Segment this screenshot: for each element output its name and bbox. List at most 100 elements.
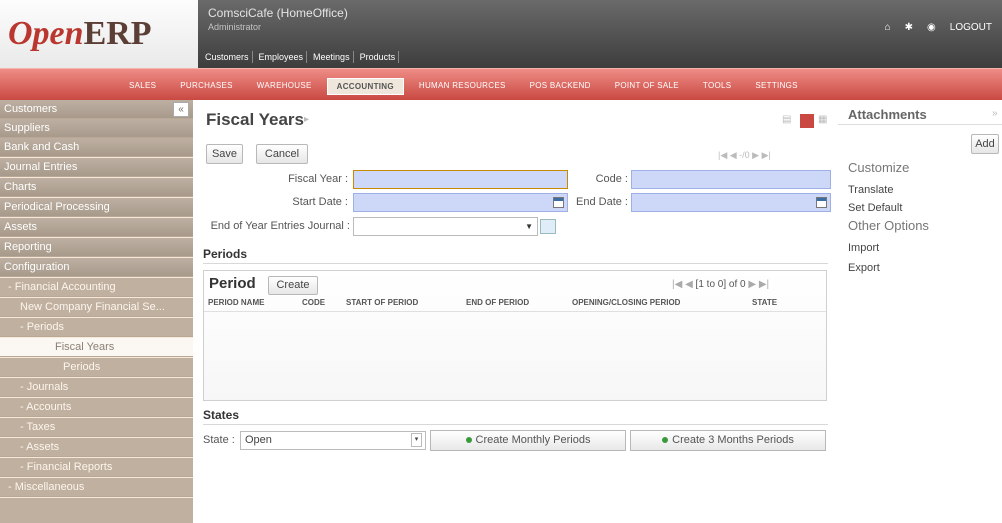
menu-tools[interactable]: TOOLS: [694, 78, 740, 95]
start-date-label: Start Date :: [292, 196, 348, 208]
sidebar-item-assets[interactable]: Assets: [0, 218, 193, 237]
calendar-view-icon[interactable]: ▦: [818, 114, 832, 128]
period-grid: Period Create |◀ ◀ [1 to 0] of 0 ▶ ▶| PE…: [203, 270, 827, 401]
fiscal-year-input[interactable]: [353, 170, 568, 189]
sidebar-item-bank-and-cash[interactable]: Bank and Cash: [0, 138, 193, 157]
create-3months-label: Create 3 Months Periods: [672, 434, 794, 446]
sidebar-item-accounts[interactable]: - Accounts: [0, 398, 193, 417]
attachments-title: Attachments: [848, 107, 927, 122]
create-monthly-periods-button[interactable]: Create Monthly Periods: [430, 430, 626, 451]
chevron-down-icon: ▾: [411, 433, 422, 447]
chevron-down-icon: ▼: [525, 222, 533, 231]
menu-sales[interactable]: SALES: [120, 78, 165, 95]
shortcut-customers[interactable]: Customers: [202, 51, 253, 63]
end-date-input[interactable]: [631, 193, 831, 212]
pager-prev[interactable]: |◀ ◀: [672, 279, 693, 290]
divider: [838, 124, 1002, 125]
column-period-name[interactable]: PERIOD NAME: [208, 298, 264, 307]
openerp-logo[interactable]: OpenERP: [8, 14, 190, 54]
menu-purchases[interactable]: PURCHASES: [171, 78, 242, 95]
record-pager[interactable]: |◀ ◀ -/0 ▶ ▶|: [718, 150, 771, 161]
company-name: ComsciCafe (HomeOffice): [208, 6, 348, 20]
sidebar-item-taxes[interactable]: - Taxes: [0, 418, 193, 437]
end-date-label: End Date :: [576, 196, 628, 208]
journal-label: End of Year Entries Journal :: [210, 220, 350, 232]
sidebar-item-financial-reports[interactable]: - Financial Reports: [0, 458, 193, 477]
code-input[interactable]: [631, 170, 831, 189]
sidebar-item-new-company-financial[interactable]: New Company Financial Se...: [0, 298, 193, 317]
add-attachment-button[interactable]: Add: [971, 134, 999, 154]
create-period-button[interactable]: Create: [268, 276, 318, 295]
calendar-icon[interactable]: [553, 197, 564, 208]
set-default-link[interactable]: Set Default: [848, 202, 902, 214]
column-code[interactable]: CODE: [302, 298, 325, 307]
page-title: Fiscal Years: [206, 110, 304, 129]
fiscal-year-label: Fiscal Year :: [288, 173, 348, 185]
import-link[interactable]: Import: [848, 242, 879, 254]
menu-point-of-sale[interactable]: POINT OF SALE: [606, 78, 688, 95]
pager-text: [1 to 0] of 0: [695, 279, 746, 290]
column-opening-closing-period[interactable]: OPENING/CLOSING PERIOD: [572, 298, 680, 307]
sidebar-item-customers[interactable]: Customers: [0, 100, 193, 119]
user-name: Administrator: [208, 22, 262, 32]
sidebar-item-fiscal-years[interactable]: Fiscal Years: [0, 338, 193, 357]
journal-select[interactable]: ▼: [353, 217, 538, 236]
state-select[interactable]: Open ▾: [240, 431, 426, 450]
states-section-title: States: [203, 408, 240, 422]
state-value: Open: [245, 434, 272, 446]
menu-accounting[interactable]: ACCOUNTING: [326, 78, 404, 95]
menu-settings[interactable]: SETTINGS: [746, 78, 806, 95]
pager-next[interactable]: ▶ ▶|: [748, 279, 769, 290]
sidebar-item-journal-entries[interactable]: Journal Entries: [0, 158, 193, 177]
sidebar-item-miscellaneous[interactable]: - Miscellaneous: [0, 478, 193, 497]
sidebar-item-periods[interactable]: Periods: [0, 358, 193, 377]
translate-link[interactable]: Translate: [848, 184, 893, 196]
save-button[interactable]: Save: [206, 144, 243, 164]
column-start-of-period[interactable]: START OF PERIOD: [346, 298, 418, 307]
journal-search-icon[interactable]: [540, 219, 556, 234]
sidebar-item-config-assets[interactable]: - Assets: [0, 438, 193, 457]
create-3months-periods-button[interactable]: Create 3 Months Periods: [630, 430, 826, 451]
form-view-icon[interactable]: [800, 114, 814, 128]
divider: [203, 263, 828, 264]
shortcut-employees[interactable]: Employees: [256, 51, 308, 63]
sidebar-item-financial-accounting[interactable]: - Financial Accounting: [0, 278, 193, 297]
menu-warehouse[interactable]: WAREHOUSE: [248, 78, 321, 95]
calendar-icon[interactable]: [816, 197, 827, 208]
preferences-icon[interactable]: ✱: [905, 22, 913, 33]
about-icon[interactable]: ◉: [927, 22, 936, 33]
menu-pos-backend[interactable]: POS BACKEND: [521, 78, 600, 95]
top-icons: ⌂ ✱ ◉ LOGOUT: [885, 22, 992, 33]
start-date-input[interactable]: [353, 193, 568, 212]
menu-human-resources[interactable]: HUMAN RESOURCES: [410, 78, 515, 95]
sidebar-item-journals[interactable]: - Journals: [0, 378, 193, 397]
company-bar: ComsciCafe (HomeOffice) Administrator Cu…: [198, 0, 1002, 68]
sidebar-item-periods-group[interactable]: - Periods: [0, 318, 193, 337]
sidebar-item-charts[interactable]: Charts: [0, 178, 193, 197]
sidebar-item-suppliers[interactable]: Suppliers: [0, 119, 193, 138]
collapse-sidebar-icon[interactable]: «: [173, 102, 189, 117]
sidebar-item-configuration[interactable]: Configuration: [0, 258, 193, 277]
state-label: State :: [203, 434, 235, 446]
shortcut-products[interactable]: Products: [357, 51, 400, 63]
sidebar-item-periodical-processing[interactable]: Periodical Processing: [0, 198, 193, 217]
other-options-heading: Other Options: [848, 218, 929, 233]
main-content: Fiscal Years ▸ ▤ ▦ Save Cancel |◀ ◀ -/0 …: [198, 100, 832, 523]
period-pager[interactable]: |◀ ◀ [1 to 0] of 0 ▶ ▶|: [672, 279, 769, 290]
export-link[interactable]: Export: [848, 262, 880, 274]
divider: [203, 424, 828, 425]
column-end-of-period[interactable]: END OF PERIOD: [466, 298, 529, 307]
home-icon[interactable]: ⌂: [885, 22, 891, 33]
column-state[interactable]: STATE: [752, 298, 777, 307]
logout-link[interactable]: LOGOUT: [950, 22, 992, 33]
sidebar-footer: [0, 498, 193, 523]
list-view-icon[interactable]: ▤: [782, 114, 796, 128]
shortcut-meetings[interactable]: Meetings: [310, 51, 354, 63]
main-menu: SALES PURCHASES WAREHOUSE ACCOUNTING HUM…: [0, 68, 1002, 100]
collapse-right-icon[interactable]: »: [992, 108, 998, 119]
shortcuts: Customers Employees Meetings Products: [202, 51, 400, 63]
cancel-button[interactable]: Cancel: [256, 144, 308, 164]
customize-heading: Customize: [848, 160, 910, 175]
execute-icon: [662, 437, 669, 444]
sidebar-item-reporting[interactable]: Reporting: [0, 238, 193, 257]
